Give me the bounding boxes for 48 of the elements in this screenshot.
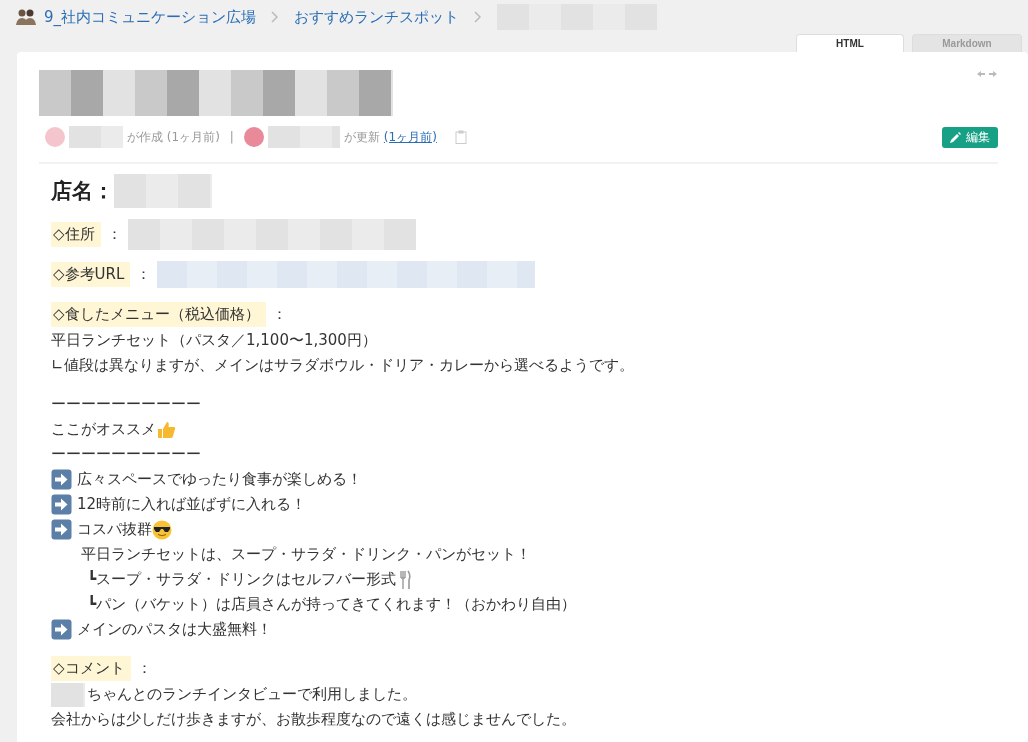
text-line: ーーーーーーーーーー	[51, 444, 201, 465]
field-label: ◇食したメニュー（税込価格）	[51, 301, 266, 327]
colon-text: ：	[136, 657, 152, 679]
avatar-icon	[243, 127, 264, 147]
chevron-icon	[270, 11, 281, 23]
avatar-icon	[45, 127, 65, 147]
text-line: 平日ランチセットは、スープ・サラダ・ドリンク・パンがセット！	[81, 544, 531, 565]
thumbs-up-icon	[156, 419, 176, 440]
text-line: コスパ抜群	[77, 519, 152, 540]
text-line: ーーーーーーーーーー	[51, 394, 201, 415]
arrow-right-icon	[51, 494, 72, 515]
fork-knife-icon	[399, 569, 412, 590]
colon-text: ：	[106, 223, 122, 245]
arrow-right-icon	[51, 619, 72, 640]
chevron-icon	[473, 11, 484, 23]
clipboard-icon[interactable]	[454, 130, 467, 144]
created-text: が作成 (1ヶ月前)	[127, 128, 220, 146]
breadcrumb-link[interactable]: 9_社内コミュニケーション広場	[44, 7, 257, 27]
field-label: ◇コメント	[51, 655, 131, 681]
text-line: ┗パン（バケット）は店員さんが持ってきてくれます！（おかわり自由）	[87, 594, 577, 615]
view-tab[interactable]: HTML	[796, 34, 904, 52]
breadcrumb-link[interactable]: おすすめランチスポット	[294, 7, 460, 27]
arrow-right-icon	[51, 469, 72, 490]
updated-text: が更新	[343, 128, 380, 146]
separator-text: |	[229, 130, 234, 144]
edit-button[interactable]: 編集	[942, 126, 998, 148]
text-line: ここがオススメ	[51, 419, 156, 440]
text-line: ∟値段は異なりますが、メインはサラダボウル・ドリア・カレーから選べるようです。	[51, 355, 634, 376]
expand-width-icon[interactable]	[976, 70, 998, 78]
sunglasses-face-icon	[152, 519, 172, 540]
colon-text: ：	[136, 263, 152, 285]
text-line: メインのパスタは大盛無料！	[77, 619, 272, 640]
redacted-block	[51, 682, 85, 707]
text-line: 平日ランチセット（パスタ／1,100〜1,300円）	[51, 330, 377, 351]
field-label: ◇住所	[51, 221, 101, 247]
updated-time-link[interactable]: (1ヶ月前)	[383, 128, 437, 146]
shop-name-heading: 店名：	[51, 178, 114, 205]
text-line: ちゃんとのランチインタビューで利用しました。	[87, 684, 417, 705]
text-line: 広々スペースでゆったり食事が楽しめる！	[77, 469, 362, 490]
redacted-name	[69, 126, 123, 148]
pencil-icon	[950, 131, 961, 143]
text-line: 会社からは少しだけ歩きますが、お散歩程度なので遠くは感じませんでした。	[51, 709, 576, 730]
field-label: ◇参考URL	[51, 261, 131, 287]
text-line: 12時前に入れば並ばずに入れる！	[77, 494, 307, 515]
text-line: ┗スープ・サラダ・ドリンクはセルフバー形式	[87, 569, 397, 590]
colon-text: ：	[271, 303, 287, 325]
arrow-right-icon	[51, 519, 72, 540]
people-icon	[16, 8, 36, 26]
